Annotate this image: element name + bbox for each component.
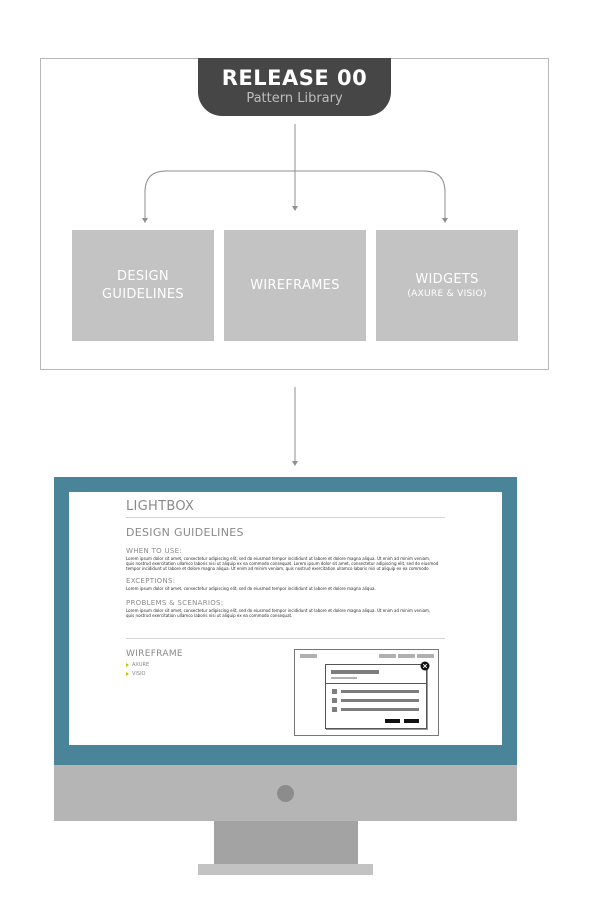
wireframes-box: WIREFRAMES	[224, 230, 366, 341]
widgets-box: WIDGETS (AXURE & VISIO)	[376, 230, 518, 341]
arrow-head-center	[292, 206, 298, 211]
exceptions-heading: EXCEPTIONS:	[126, 577, 176, 585]
close-icon	[420, 661, 430, 671]
link-label: VISIO	[132, 671, 146, 677]
divider	[126, 638, 445, 639]
box-label: WIREFRAMES	[250, 277, 340, 293]
bullet-arrow-icon	[126, 663, 129, 667]
box-note: (AXURE & VISIO)	[407, 289, 487, 299]
app-title: LIGHTBOX	[126, 499, 195, 514]
monitor-stand-neck	[214, 821, 358, 864]
wf-nav-placeholder	[417, 654, 434, 658]
wf-checkbox	[332, 698, 337, 703]
box-label: GUIDELINES	[102, 286, 184, 302]
wf-modal-title	[331, 670, 379, 674]
arrow-head-right	[442, 218, 448, 223]
wf-modal	[325, 664, 427, 729]
arrow-head-left	[142, 218, 148, 223]
wireframe-heading: WIREFRAME	[126, 649, 183, 659]
wf-checkbox	[332, 707, 337, 712]
wf-modal-subtitle	[331, 677, 357, 679]
wf-nav-placeholder	[379, 654, 396, 658]
when-to-use-heading: WHEN TO USE:	[126, 547, 183, 555]
wf-row	[341, 708, 419, 711]
wf-row	[341, 699, 419, 702]
link-label: AXURE	[132, 662, 150, 668]
problems-heading: PROBLEMS & SCENARIOS:	[126, 599, 224, 607]
wf-logo-placeholder	[300, 654, 317, 658]
wf-checkbox	[332, 689, 337, 694]
wf-modal-divider	[326, 683, 426, 684]
wf-button	[404, 719, 419, 723]
box-label: WIDGETS	[415, 272, 479, 287]
design-guidelines-box: DESIGN GUIDELINES	[72, 230, 214, 341]
divider	[126, 517, 445, 518]
wireframe-thumbnail	[294, 649, 439, 736]
when-to-use-body: Lorem ipsum dolor sit amet, consectetur …	[126, 556, 439, 571]
wf-button	[385, 719, 400, 723]
monitor-power-button	[277, 785, 294, 802]
bullet-arrow-icon	[126, 672, 129, 676]
wf-nav-placeholder	[398, 654, 415, 658]
exceptions-body: Lorem ipsum dolor sit amet, consectetur …	[126, 586, 376, 591]
wireframe-link-axure[interactable]: AXURE	[126, 662, 149, 668]
wireframe-link-visio[interactable]: VISIO	[126, 671, 145, 677]
problems-body: Lorem ipsum dolor sit amet, consectetur …	[126, 608, 431, 618]
box-label: DESIGN	[117, 268, 169, 284]
section-title: DESIGN GUIDELINES	[126, 526, 244, 539]
wf-row	[341, 690, 419, 693]
arrow-head-down	[292, 461, 298, 466]
monitor-stand-base	[198, 864, 373, 875]
